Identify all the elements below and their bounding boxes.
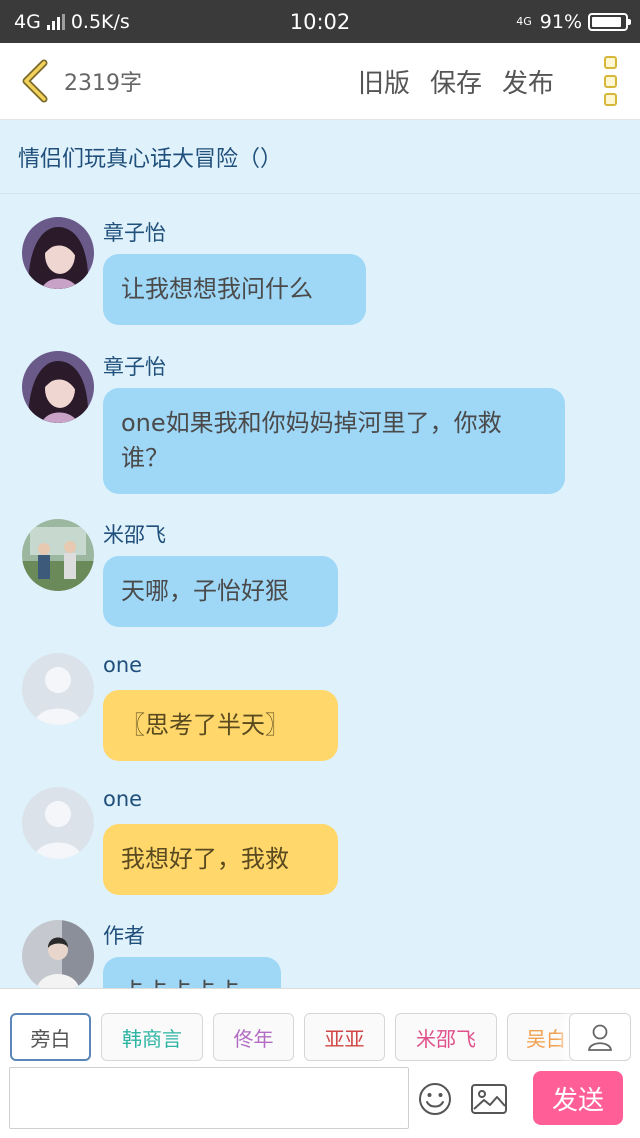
avatar[interactable] bbox=[22, 351, 94, 423]
character-chip[interactable]: 佟年 bbox=[213, 1013, 294, 1061]
status-left: 4G 0.5K/s bbox=[14, 11, 130, 33]
status-right: 4G 91% bbox=[516, 10, 631, 33]
avatar[interactable] bbox=[22, 217, 94, 289]
message-sender: one bbox=[103, 787, 143, 811]
avatar[interactable] bbox=[22, 787, 94, 859]
character-chip[interactable]: 米邵飞 bbox=[395, 1013, 497, 1061]
character-label: 旁白 bbox=[30, 1026, 71, 1051]
avatar[interactable] bbox=[22, 920, 94, 988]
editor-header: 2319字 旧版 保存 发布 bbox=[0, 43, 640, 120]
back-button[interactable] bbox=[6, 43, 64, 120]
word-count: 2319字 bbox=[64, 71, 142, 96]
send-button[interactable]: 发送 bbox=[533, 1071, 623, 1125]
battery-icon bbox=[588, 12, 631, 31]
more-menu-icon[interactable] bbox=[598, 56, 622, 106]
message-sender: 米邵飞 bbox=[103, 523, 166, 547]
save-button[interactable]: 保存 bbox=[430, 63, 482, 100]
message-bubble[interactable]: 我想好了，我救 bbox=[103, 824, 338, 895]
signal-icon bbox=[46, 13, 65, 30]
character-chip[interactable]: 旁白 bbox=[10, 1013, 91, 1061]
message-sender: 章子怡 bbox=[103, 355, 166, 379]
message-bubble[interactable]: 卡卡卡卡卡 bbox=[103, 957, 281, 988]
message-bubble[interactable]: 让我想想我问什么 bbox=[103, 254, 366, 325]
input-bar: 发送 bbox=[0, 1066, 640, 1138]
story-title[interactable]: 情侣们玩真心话大冒险（） bbox=[0, 121, 640, 194]
old-version-button[interactable]: 旧版 bbox=[358, 63, 410, 100]
message-input[interactable] bbox=[9, 1067, 409, 1129]
chevron-left-icon bbox=[22, 59, 48, 103]
chat-area[interactable]: 章子怡 让我想想我问什么 章子怡 one如果我和你妈妈掉河里了，你救谁？ 米邵飞… bbox=[0, 195, 640, 988]
battery-level bbox=[592, 16, 622, 27]
character-chip[interactable]: 韩商言 bbox=[101, 1013, 203, 1061]
message-sender: 作者 bbox=[103, 924, 145, 948]
battery-percent: 91% bbox=[539, 10, 582, 33]
network-type: 4G bbox=[516, 15, 532, 28]
user-icon bbox=[587, 1024, 613, 1051]
character-chips: 旁白 韩商言 佟年 亚亚 米邵飞 吴白 bbox=[10, 1013, 577, 1061]
network-speed: 0.5K/s bbox=[70, 10, 130, 33]
avatar[interactable] bbox=[22, 653, 94, 725]
publish-button[interactable]: 发布 bbox=[502, 63, 554, 100]
message-bubble[interactable]: 〖思考了半天〗 bbox=[103, 690, 338, 761]
character-chip[interactable]: 亚亚 bbox=[304, 1013, 385, 1061]
message-bubble[interactable]: 天哪，子怡好狠 bbox=[103, 556, 338, 627]
smiley-icon bbox=[419, 1083, 451, 1115]
image-icon bbox=[471, 1084, 507, 1114]
character-label: 韩商言 bbox=[122, 1026, 182, 1051]
message-bubble[interactable]: one如果我和你妈妈掉河里了，你救谁？ bbox=[103, 388, 565, 494]
image-button[interactable] bbox=[470, 1082, 508, 1116]
character-label: 亚亚 bbox=[324, 1026, 365, 1051]
avatar[interactable] bbox=[22, 519, 94, 591]
message-sender: 章子怡 bbox=[103, 221, 166, 245]
character-chip[interactable]: 吴白 bbox=[507, 1013, 577, 1061]
message-sender: one bbox=[103, 653, 143, 677]
header-actions: 旧版 保存 发布 bbox=[358, 56, 622, 106]
emoji-button[interactable] bbox=[418, 1082, 452, 1116]
character-selector: 旁白 韩商言 佟年 亚亚 米邵飞 吴白 bbox=[0, 988, 640, 1066]
character-label: 佟年 bbox=[233, 1026, 274, 1051]
add-character-button[interactable] bbox=[569, 1013, 631, 1061]
character-label: 米邵飞 bbox=[416, 1026, 476, 1051]
status-bar: 4G 0.5K/s 10:02 4G 91% bbox=[0, 0, 640, 43]
character-label: 吴白 bbox=[526, 1026, 566, 1051]
carrier-label: 4G bbox=[14, 10, 41, 33]
